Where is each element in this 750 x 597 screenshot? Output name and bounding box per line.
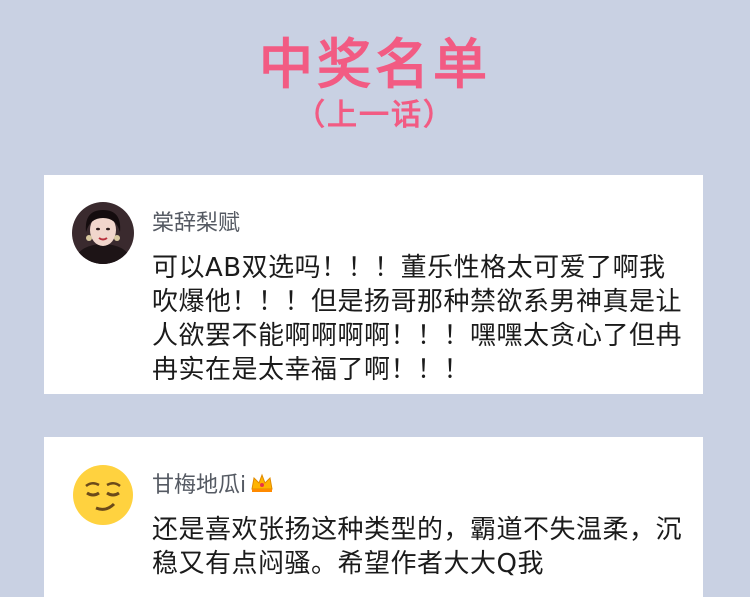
avatar[interactable] [72, 464, 134, 526]
portrait-avatar-icon [72, 202, 134, 264]
comment-text: 可以AB双选吗！！！董乐性格太可爱了啊我吹爆他！！！但是扬哥那种禁欲系男神真是让… [152, 253, 683, 385]
comment-card: 棠辞梨赋 可以AB双选吗！！！董乐性格太可爱了啊我吹爆他！！！但是扬哥那种禁欲系… [44, 175, 703, 394]
smirk-emoji-icon [73, 465, 133, 525]
page-title: 中奖名单 [259, 33, 491, 96]
avatar[interactable] [72, 202, 134, 264]
page-subtitle: （上一话） [295, 98, 455, 133]
comment-username[interactable]: 棠辞梨赋 [152, 205, 240, 237]
crown-icon [250, 473, 274, 499]
comment-card: 甘梅地瓜i 还是喜欢张扬这种类型的，霸道不失温柔，沉稳又有点闷骚。希望作者大大Q… [44, 437, 703, 597]
comment-username[interactable]: 甘梅地瓜i [152, 467, 274, 499]
username-text: 甘梅地瓜i [152, 473, 247, 498]
comment-text: 还是喜欢张扬这种类型的，霸道不失温柔，沉稳又有点闷骚。希望作者大大Q我 [152, 515, 683, 579]
